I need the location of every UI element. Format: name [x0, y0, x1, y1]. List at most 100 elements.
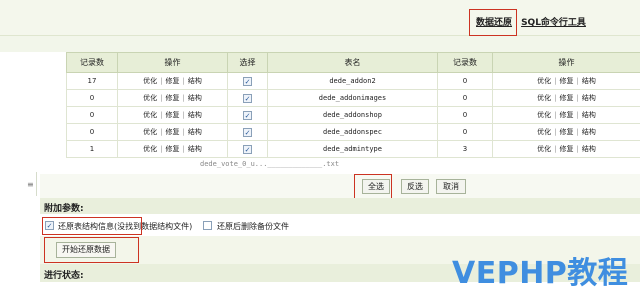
selection-button-row: 全选 反选 取消 [40, 174, 640, 198]
header-ops-left: 操作 [117, 52, 228, 73]
row-select-cell: ✓ [227, 106, 268, 124]
row-select-cell: ✓ [227, 89, 268, 107]
sql-tool-link[interactable]: SQL命令行工具 [521, 18, 586, 28]
op-separator: | [160, 111, 163, 119]
op-link[interactable]: 优化 [143, 77, 157, 85]
op-link[interactable]: 结构 [188, 94, 202, 102]
op-separator: | [576, 94, 579, 102]
op-link[interactable]: 结构 [188, 111, 202, 119]
op-link[interactable]: 优化 [537, 77, 551, 85]
row-ops: 优化 | 修复 | 结构 [117, 72, 228, 90]
row-table-name: dede_admintype [267, 140, 438, 158]
op-link[interactable]: 结构 [188, 128, 202, 136]
op-separator: | [160, 145, 163, 153]
row-select-checkbox[interactable]: ✓ [243, 127, 252, 137]
highlight-box-restore-structure [42, 217, 142, 235]
additional-params-header: 附加参数: [40, 198, 640, 214]
delete-backup-checkbox[interactable]: ✓ [203, 221, 212, 230]
op-separator: | [554, 111, 557, 119]
row-ops: 优化 | 修复 | 结构 [492, 140, 640, 158]
op-link[interactable]: 修复 [560, 111, 574, 119]
highlight-box-select-all [354, 174, 392, 199]
row-count-left: 1 [66, 140, 118, 158]
op-separator: | [160, 128, 163, 136]
gutter-grip-icon: ≡ [27, 180, 34, 189]
op-link[interactable]: 修复 [166, 77, 180, 85]
op-link[interactable]: 优化 [537, 111, 551, 119]
op-link[interactable]: 结构 [188, 145, 202, 153]
op-link[interactable]: 修复 [166, 94, 180, 102]
row-select-cell: ✓ [227, 123, 268, 141]
invert-selection-button[interactable]: 反选 [401, 179, 429, 194]
header-band [0, 36, 640, 52]
op-separator: | [160, 77, 163, 85]
table-row: 1 优化 | 修复 | 结构 ✓ dede_admintype 3 优化 | 修复 | 结构 [66, 140, 640, 158]
op-link[interactable]: 优化 [143, 94, 157, 102]
header-count-right: 记录数 [437, 52, 493, 73]
grid-header-row: 记录数 操作 选择 表名 记录数 操作 [66, 52, 640, 73]
op-link[interactable]: 优化 [537, 128, 551, 136]
highlight-box-restore [469, 9, 517, 36]
row-select-cell: ✓ [227, 72, 268, 90]
op-separator: | [554, 77, 557, 85]
op-link[interactable]: 修复 [560, 94, 574, 102]
watermark-text: VEPHP教程 [452, 256, 629, 291]
row-select-checkbox[interactable]: ✓ [243, 76, 252, 86]
op-separator: | [576, 128, 579, 136]
op-separator: | [554, 128, 557, 136]
row-ops: 优化 | 修复 | 结构 [492, 106, 640, 124]
row-table-name: dede_addon2 [267, 72, 438, 90]
op-link[interactable]: 优化 [537, 145, 551, 153]
gutter-handle[interactable]: ≡ [25, 172, 37, 196]
partial-row-text: dede_vote_0_u..._____________.txt [200, 160, 340, 168]
table-row: 0 优化 | 修复 | 结构 ✓ dede_addonshop 0 优化 | 修复 | 结构 [66, 106, 640, 124]
op-link[interactable]: 结构 [188, 77, 202, 85]
op-separator: | [182, 145, 185, 153]
table-row: 0 优化 | 修复 | 结构 ✓ dede_addonimages 0 优化 | 修复 | 结构 [66, 89, 640, 107]
header-table-name: 表名 [267, 52, 438, 73]
op-separator: | [554, 145, 557, 153]
table-panel: 记录数 操作 选择 表名 记录数 操作 17 优化 | 修复 | 结构 ✓ dede_addo… [66, 52, 640, 160]
highlight-box-start [44, 237, 139, 263]
row-count-right: 0 [437, 89, 493, 107]
row-count-right: 0 [437, 72, 493, 90]
op-link[interactable]: 结构 [582, 111, 596, 119]
op-separator: | [182, 77, 185, 85]
op-link[interactable]: 修复 [560, 128, 574, 136]
row-count-left: 0 [66, 106, 118, 124]
op-link[interactable]: 优化 [143, 111, 157, 119]
op-separator: | [576, 145, 579, 153]
op-link[interactable]: 优化 [143, 145, 157, 153]
op-link[interactable]: 修复 [166, 128, 180, 136]
op-link[interactable]: 修复 [560, 77, 574, 85]
op-link[interactable]: 优化 [143, 128, 157, 136]
row-select-checkbox[interactable]: ✓ [243, 110, 252, 120]
row-table-name: dede_addonshop [267, 106, 438, 124]
row-count-right: 0 [437, 106, 493, 124]
row-ops: 优化 | 修复 | 结构 [492, 123, 640, 141]
row-ops: 优化 | 修复 | 结构 [117, 89, 228, 107]
op-link[interactable]: 修复 [166, 145, 180, 153]
op-link[interactable]: 优化 [537, 94, 551, 102]
op-link[interactable]: 结构 [582, 94, 596, 102]
row-select-checkbox[interactable]: ✓ [243, 93, 252, 103]
op-separator: | [576, 111, 579, 119]
op-link[interactable]: 结构 [582, 77, 596, 85]
partial-row: dede_vote_0_u..._____________.txt [0, 160, 640, 169]
op-link[interactable]: 结构 [582, 128, 596, 136]
op-link[interactable]: 修复 [560, 145, 574, 153]
top-toolbar: 数据还原 | SQL命令行工具 [0, 0, 640, 36]
op-link[interactable]: 结构 [582, 145, 596, 153]
row-table-name: dede_addonimages [267, 89, 438, 107]
row-ops: 优化 | 修复 | 结构 [117, 140, 228, 158]
row-select-cell: ✓ [227, 140, 268, 158]
row-ops: 优化 | 修复 | 结构 [117, 106, 228, 124]
cancel-selection-button[interactable]: 取消 [436, 179, 466, 194]
header-select: 选择 [227, 52, 268, 73]
op-link[interactable]: 修复 [166, 111, 180, 119]
table-row: 17 优化 | 修复 | 结构 ✓ dede_addon2 0 优化 | 修复 | 结构 [66, 72, 640, 90]
row-count-left: 0 [66, 123, 118, 141]
row-count-right: 0 [437, 123, 493, 141]
header-count-left: 记录数 [66, 52, 118, 73]
row-select-checkbox[interactable]: ✓ [243, 144, 252, 154]
